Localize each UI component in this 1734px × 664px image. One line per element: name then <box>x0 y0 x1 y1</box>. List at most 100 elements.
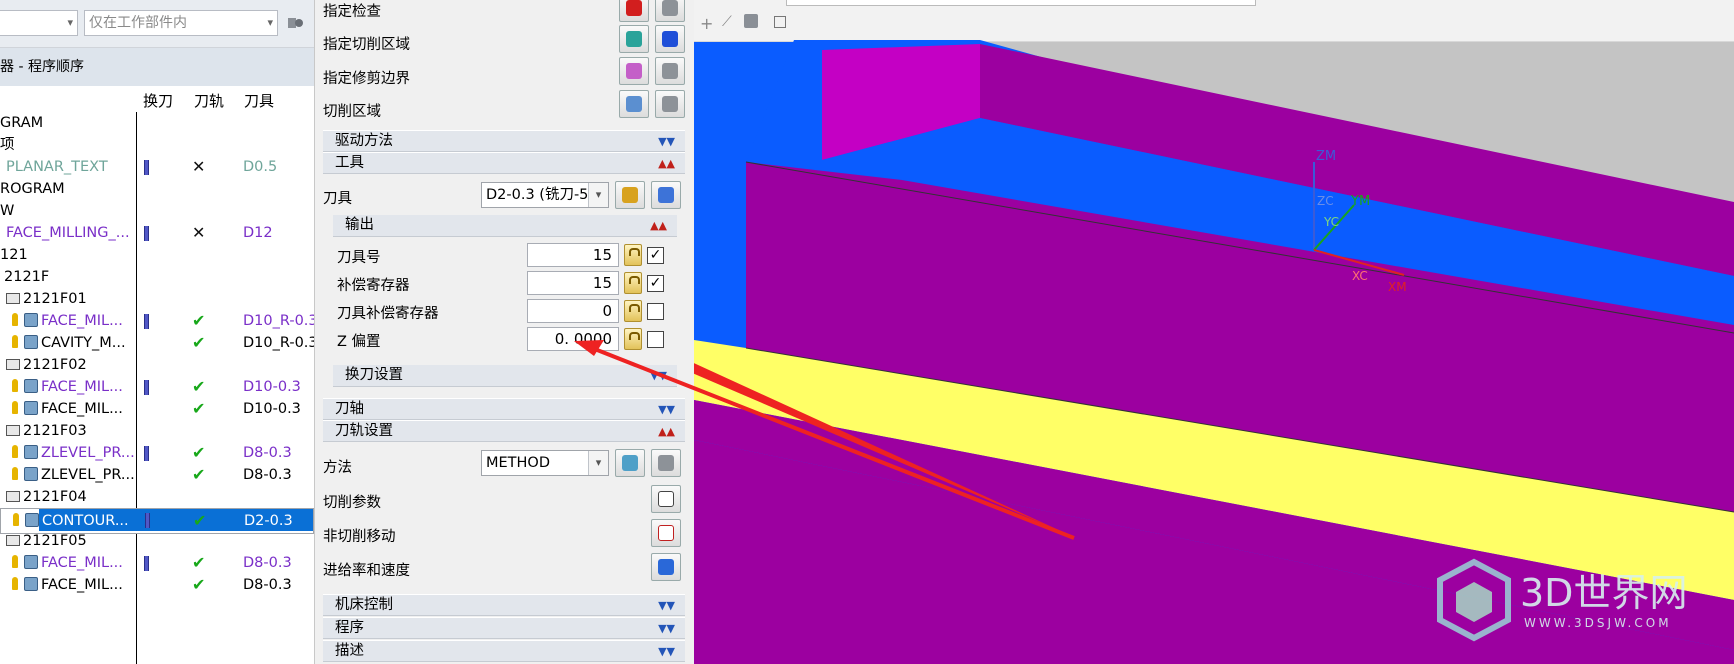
edit-method-button[interactable] <box>615 449 645 477</box>
tree-row[interactable]: 项 <box>0 134 314 156</box>
lock-icon[interactable] <box>624 328 642 350</box>
tree-row[interactable]: 2121F01 <box>0 288 314 310</box>
lock-icon[interactable] <box>624 272 642 294</box>
tree-row[interactable]: ZLEVEL_PR... ✔ D8-0.3 <box>0 464 314 486</box>
display-cut-area-button[interactable] <box>655 25 685 53</box>
operation-navigator: ▾ 仅在工作部件内 ▾ 器 - 程序顺序 换刀 刀轨 刀具 GRAM 项 PLANAR… <box>0 0 314 664</box>
xm-label: XM <box>1388 280 1407 294</box>
specify-cut-area-button[interactable] <box>619 25 649 53</box>
tree-row[interactable]: CAVITY_M... ✔ D10_R-0.3 <box>0 332 314 354</box>
cut-region-button[interactable] <box>619 90 649 118</box>
adjust-register-input[interactable]: 15 <box>527 271 619 295</box>
operation-icon <box>24 467 38 481</box>
tree-row[interactable]: GRAM <box>0 112 314 134</box>
tree-row-label: W <box>0 203 15 219</box>
scope-combo[interactable]: 仅在工作部件内 ▾ <box>84 10 278 36</box>
section-drive-method[interactable]: 驱动方法 ▼▼ <box>323 130 685 152</box>
adjust-register-checkbox[interactable]: ✓ <box>647 275 664 292</box>
z-offset-input[interactable]: 0. 0000 <box>527 327 619 351</box>
non-cutting-moves-button[interactable] <box>651 519 681 547</box>
section-machine-control[interactable]: 机床控制 ▼▼ <box>323 594 685 616</box>
operation-icon <box>24 577 38 591</box>
tool-number-input[interactable]: 15 <box>527 243 619 267</box>
watermark-url: WWW.3DSJW.COM <box>1524 616 1672 630</box>
method-wrench-button[interactable] <box>651 449 681 477</box>
cutcom-register-input[interactable]: 0 <box>527 299 619 323</box>
column-header-toolchange[interactable]: 换刀 <box>143 90 173 111</box>
section-description[interactable]: 描述 ▼▼ <box>323 640 685 662</box>
tool-change-icon <box>144 380 149 395</box>
edit-tool-button[interactable] <box>615 181 645 209</box>
adjust-register-label: 补偿寄存器 <box>337 278 410 294</box>
section-toolchange-settings[interactable]: 换刀设置 ▼▼ <box>333 365 677 387</box>
cutcom-register-label: 刀具补偿寄存器 <box>337 306 439 322</box>
column-header-toolpath[interactable]: 刀轨 <box>194 90 224 111</box>
section-path-settings[interactable]: 刀轨设置 ▲▲ <box>323 420 685 442</box>
tree-row[interactable]: 121 <box>0 244 314 266</box>
key-icon <box>13 513 19 526</box>
tree-row[interactable]: 2121F <box>0 266 314 288</box>
tree-row[interactable]: ROGRAM <box>0 178 314 200</box>
tree-row-name: PLANAR_TEXT <box>6 156 108 178</box>
graphics-viewport[interactable]: + ⟋ ZM ZC YM YC XC XM 3D世界网 WWW.3DSJW.CO… <box>694 0 1734 664</box>
tree-row[interactable]: FACE_MIL... ✔ D8-0.3 <box>0 552 314 574</box>
tree-row-name: 2121F05 <box>6 530 87 552</box>
tree-row-label: ROGRAM <box>0 181 65 197</box>
section-output[interactable]: 输出 ▲▲ <box>333 215 677 237</box>
tool-select[interactable]: D2-0.3 (铣刀-5 ▾ <box>481 182 609 208</box>
section-tool[interactable]: 工具 ▲▲ <box>323 152 685 174</box>
ym-label: YM <box>1350 194 1370 209</box>
tree-row-label: FACE_MILLING_... <box>6 225 130 241</box>
section-tool-axis[interactable]: 刀轴 ▼▼ <box>323 398 685 420</box>
column-header-tool[interactable]: 刀具 <box>244 90 274 111</box>
lock-icon[interactable] <box>624 300 642 322</box>
feeds-speeds-button[interactable] <box>651 553 681 581</box>
section-program[interactable]: 程序 ▼▼ <box>323 617 685 639</box>
tool-display-icon <box>658 187 674 203</box>
tree-row[interactable]: 2121F02 <box>0 354 314 376</box>
operation-icon <box>24 555 38 569</box>
tree-row-label: 项 <box>0 137 15 153</box>
tree-row[interactable]: 2121F03 <box>0 420 314 442</box>
tree-row[interactable]: 2121F05 <box>0 530 314 552</box>
key-icon <box>12 335 18 348</box>
filter-combo[interactable]: ▾ <box>0 10 78 36</box>
flashlight-icon <box>662 96 678 112</box>
tool-change-icon <box>144 446 149 461</box>
display-tool-button[interactable] <box>651 181 681 209</box>
method-select[interactable]: METHOD ▾ <box>481 450 609 476</box>
specify-trim-boundary-label: 指定修剪边界 <box>323 71 410 87</box>
tree-row[interactable]: FACE_MIL... ✔ D8-0.3 <box>0 574 314 596</box>
method-edit-icon <box>622 455 638 471</box>
tool-number-label: 刀具号 <box>337 250 381 266</box>
tool-number-checkbox[interactable]: ✓ <box>647 247 664 264</box>
filter-settings-icon[interactable] <box>286 14 304 32</box>
feeds-speeds-icon <box>658 559 674 575</box>
specify-trim-boundary-button[interactable] <box>619 57 649 85</box>
tree-row-name: FACE_MILLING_... <box>6 222 130 244</box>
feeds-speeds-label: 进给率和速度 <box>323 563 410 579</box>
cut-region-label: 切削区域 <box>323 104 381 120</box>
cut-parameters-button[interactable] <box>651 485 681 513</box>
tree-row[interactable]: ZLEVEL_PR... ✔ D8-0.3 <box>0 442 314 464</box>
tree-row[interactable]: FACE_MILLING_... ✕ D12 <box>0 222 314 244</box>
tree-row[interactable]: PLANAR_TEXT ✕ D0.5 <box>0 156 314 178</box>
tree-row-name: FACE_MIL... <box>12 376 123 398</box>
tree-row[interactable]: FACE_MIL... ✔ D10_R-0.3 <box>0 310 314 332</box>
display-check-button[interactable] <box>655 0 685 22</box>
tree-row-tool: D10_R-0.3 <box>243 313 314 329</box>
cutcom-register-checkbox[interactable] <box>647 303 664 320</box>
specify-check-button[interactable] <box>619 0 649 22</box>
tool-change-icon <box>144 226 149 241</box>
tree-row[interactable]: 2121F04 <box>0 486 314 508</box>
tree-row[interactable]: FACE_MIL... ✔ D10-0.3 <box>0 376 314 398</box>
navigator-filter-bar: ▾ 仅在工作部件内 ▾ <box>0 0 314 48</box>
chevron-down-icon: ▾ <box>67 16 73 29</box>
tree-row[interactable]: FACE_MIL... ✔ D10-0.3 <box>0 398 314 420</box>
tree-row[interactable]: W <box>0 200 314 222</box>
z-offset-checkbox[interactable] <box>647 331 664 348</box>
display-cut-region-button[interactable] <box>655 90 685 118</box>
lock-icon[interactable] <box>624 244 642 266</box>
display-trim-boundary-button[interactable] <box>655 57 685 85</box>
flashlight-icon <box>662 0 678 16</box>
